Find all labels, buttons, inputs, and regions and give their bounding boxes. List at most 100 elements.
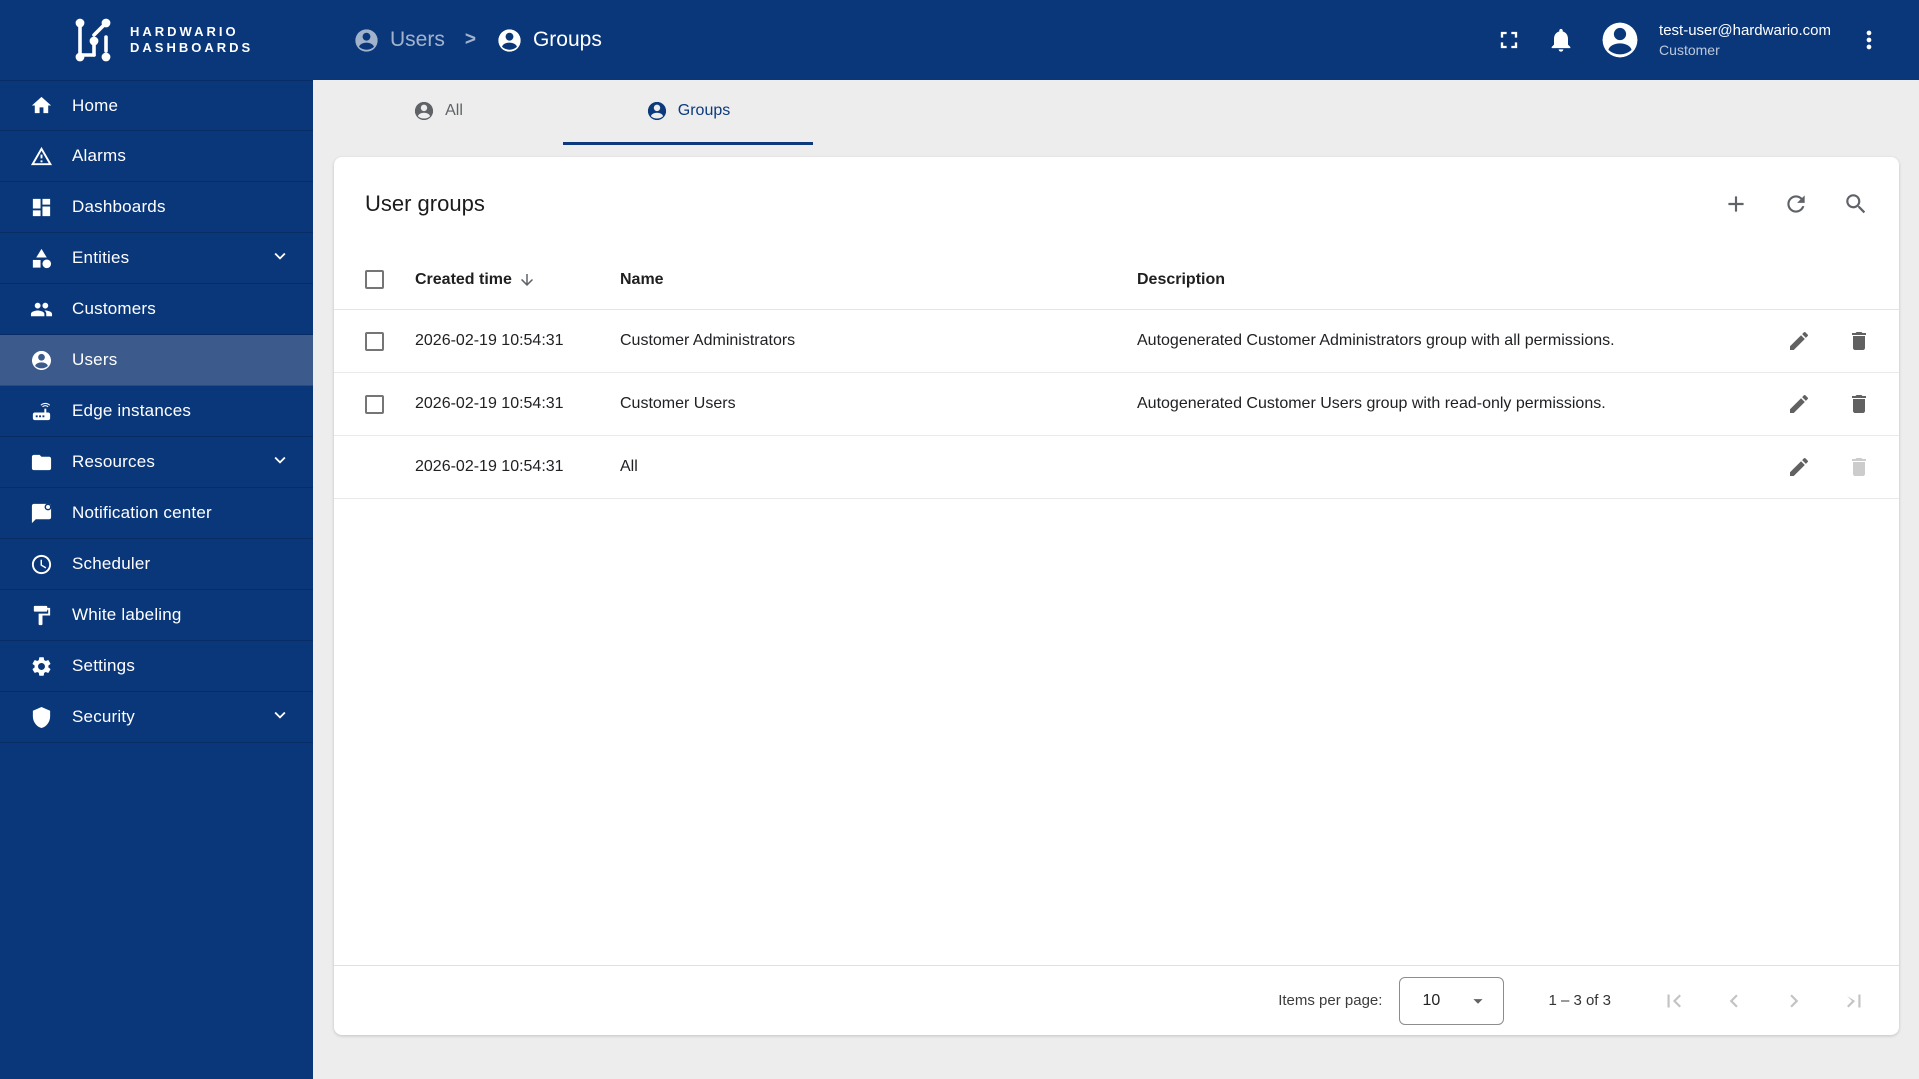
sidebar-item-users[interactable]: Users <box>0 335 313 386</box>
edit-pencil-button[interactable] <box>1787 455 1811 479</box>
last-page-button <box>1841 988 1867 1014</box>
column-header-name[interactable]: Name <box>620 271 1137 289</box>
dashboard-icon <box>30 196 53 219</box>
edit-pencil-button[interactable] <box>1787 392 1811 416</box>
sort-arrow-down-icon <box>520 273 533 286</box>
refresh-button[interactable] <box>1783 191 1809 217</box>
next-page-button <box>1781 988 1807 1014</box>
main-content: All Groups User groups Created time Name… <box>313 80 1919 1079</box>
sidebar-item-home[interactable]: Home <box>0 80 313 131</box>
breadcrumb: Users > Groups <box>313 27 1495 54</box>
pagination-controls <box>1661 988 1867 1014</box>
search-button[interactable] <box>1843 191 1869 217</box>
sidebar-item-scheduler[interactable]: Scheduler <box>0 539 313 590</box>
notifications-bell-button[interactable] <box>1547 26 1575 54</box>
table-empty-area <box>334 499 1899 965</box>
sidebar-item-alarms[interactable]: Alarms <box>0 131 313 182</box>
warning-icon <box>30 145 53 168</box>
person-circle-icon <box>413 100 435 122</box>
more-vert-menu-button[interactable] <box>1855 26 1883 54</box>
paginator: Items per page: 10 1 – 3 of 3 <box>334 965 1899 1035</box>
tab-groups-label: Groups <box>677 102 731 119</box>
items-per-page-select[interactable]: 10 <box>1399 976 1505 1025</box>
category-icon <box>30 247 53 270</box>
router-icon <box>30 400 53 423</box>
select-all-checkbox[interactable] <box>365 270 384 289</box>
home-icon <box>30 94 53 117</box>
delete-trash-button[interactable] <box>1847 392 1871 416</box>
cell-created-time: 2026-02-19 10:54:31 <box>415 332 564 349</box>
breadcrumb-users[interactable]: Users <box>353 27 445 54</box>
sidebar-item-entities[interactable]: Entities <box>0 233 313 284</box>
add-group-button[interactable] <box>1723 191 1749 217</box>
cell-name: Customer Administrators <box>620 332 796 349</box>
clock-icon <box>30 553 53 576</box>
gear-icon <box>30 655 53 678</box>
breadcrumb-groups[interactable]: Groups <box>496 27 602 54</box>
topbar-actions: test-user@hardwario.com Customer <box>1495 19 1919 61</box>
table-header-row: Created time Name Description <box>334 250 1899 310</box>
page-range-label: 1 – 3 of 3 <box>1548 992 1611 1009</box>
cell-created-time: 2026-02-19 10:54:31 <box>415 395 564 412</box>
topbar: Users > Groups test-user@hardwario.com C… <box>313 0 1919 80</box>
cell-created-time: 2026-02-19 10:54:31 <box>415 458 564 475</box>
sidebar-item-notification-center[interactable]: Notification center <box>0 488 313 539</box>
page-title: User groups <box>365 190 485 216</box>
shield-icon <box>30 706 53 729</box>
cell-description: Autogenerated Customer Administrators gr… <box>1137 332 1615 349</box>
folder-icon <box>30 451 53 474</box>
brand-name: HARDWARIO DASHBOARDS <box>130 24 253 56</box>
chevron-down-icon <box>269 245 291 272</box>
sidebar-item-settings[interactable]: Settings <box>0 641 313 692</box>
tab-all-label: All <box>445 102 463 119</box>
chevron-down-icon <box>269 704 291 731</box>
card-toolbar <box>1723 191 1869 217</box>
column-header-description[interactable]: Description <box>1137 271 1721 289</box>
tab-groups[interactable]: Groups <box>563 80 813 145</box>
tab-bar: All Groups <box>313 80 1919 145</box>
person-circle-icon <box>353 27 380 54</box>
sidebar-item-security[interactable]: Security <box>0 692 313 743</box>
table-row[interactable]: 2026-02-19 10:54:31 Customer Users Autog… <box>334 373 1899 436</box>
delete-trash-button[interactable] <box>1847 329 1871 353</box>
cell-name: Customer Users <box>620 395 736 412</box>
sidebar-item-dashboards[interactable]: Dashboards <box>0 182 313 233</box>
sidebar: HARDWARIO DASHBOARDS Home Alarms Dashboa… <box>0 0 313 1079</box>
breadcrumb-separator: > <box>464 29 476 50</box>
user-role: Customer <box>1659 42 1720 58</box>
hardwario-logo-icon <box>75 18 111 62</box>
brand-line2: DASHBOARDS <box>130 40 254 55</box>
table-row[interactable]: 2026-02-19 10:54:31 All <box>334 436 1899 499</box>
paint-icon <box>30 604 53 627</box>
person-circle-icon <box>646 100 668 122</box>
items-per-page-value: 10 <box>1422 991 1441 1009</box>
cell-description: Autogenerated Customer Users group with … <box>1137 395 1606 412</box>
user-groups-card: User groups Created time Name Descriptio… <box>334 157 1899 1035</box>
user-info[interactable]: test-user@hardwario.com Customer <box>1659 22 1831 58</box>
sidebar-item-white-labeling[interactable]: White labeling <box>0 590 313 641</box>
cell-name: All <box>620 458 638 475</box>
sidebar-item-resources[interactable]: Resources <box>0 437 313 488</box>
items-per-page-label: Items per page: <box>1278 992 1383 1009</box>
brand-line1: HARDWARIO <box>130 24 239 39</box>
brand-logo[interactable]: HARDWARIO DASHBOARDS <box>0 0 313 80</box>
fullscreen-button[interactable] <box>1495 26 1523 54</box>
row-checkbox[interactable] <box>365 394 384 414</box>
delete-trash-button-disabled <box>1847 455 1871 479</box>
previous-page-button <box>1721 988 1747 1014</box>
card-header: User groups <box>334 157 1899 250</box>
first-page-button <box>1661 988 1687 1014</box>
people-icon <box>30 298 53 321</box>
sidebar-item-customers[interactable]: Customers <box>0 284 313 335</box>
person-circle-icon <box>30 349 53 372</box>
avatar[interactable] <box>1599 19 1641 61</box>
row-checkbox[interactable] <box>365 331 384 351</box>
table-row[interactable]: 2026-02-19 10:54:31 Customer Administrat… <box>334 310 1899 373</box>
edit-pencil-button[interactable] <box>1787 329 1811 353</box>
sidebar-nav: Home Alarms Dashboards Entities Customer… <box>0 80 313 743</box>
tab-all[interactable]: All <box>313 80 563 145</box>
column-header-created-time[interactable]: Created time <box>415 271 620 289</box>
user-email: test-user@hardwario.com <box>1659 22 1831 39</box>
person-circle-icon <box>496 27 523 54</box>
sidebar-item-edge-instances[interactable]: Edge instances <box>0 386 313 437</box>
